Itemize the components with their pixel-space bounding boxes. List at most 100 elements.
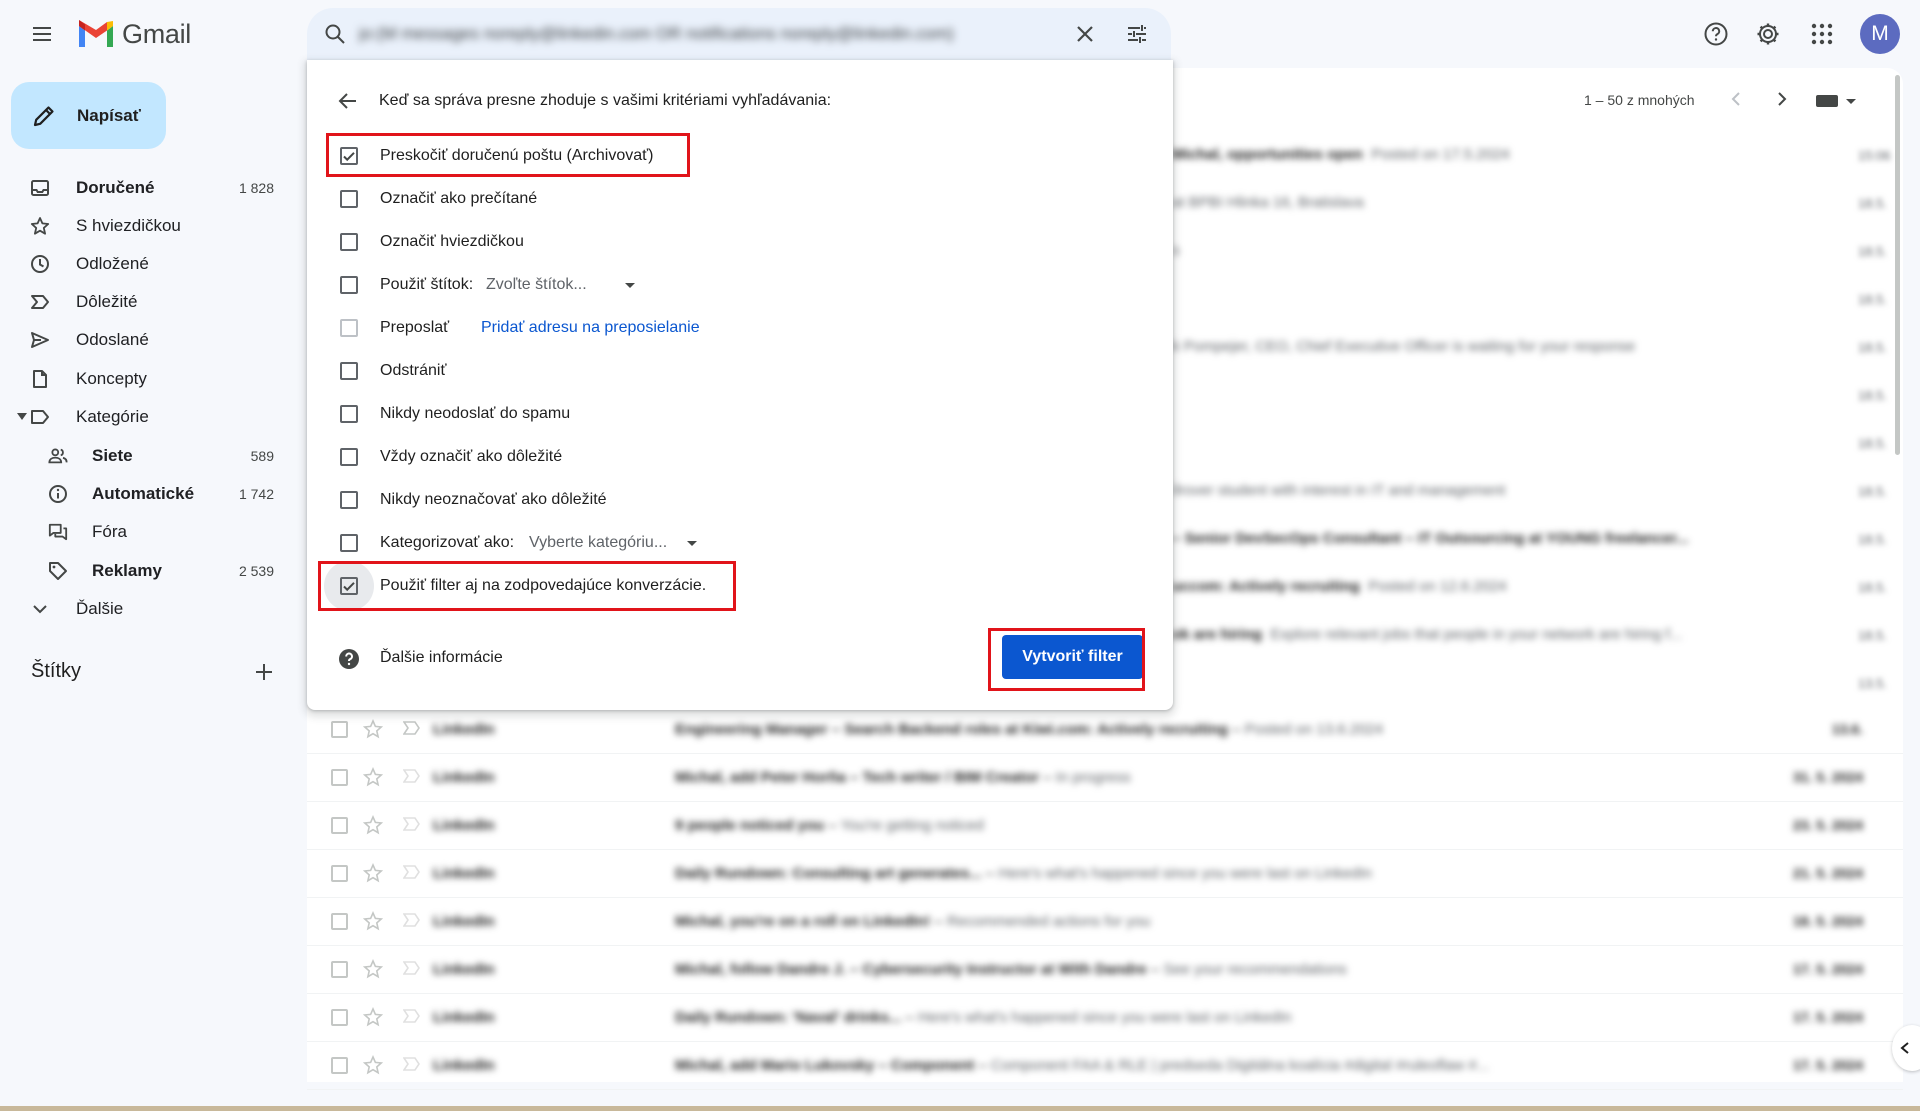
- option-never-important[interactable]: Nikdy neoznačovať ako dôležité: [307, 481, 1173, 517]
- sidebar-item-more[interactable]: Ďalšie: [0, 591, 288, 627]
- mark-read-checkbox[interactable]: [340, 190, 358, 208]
- important-icon[interactable]: [403, 768, 421, 784]
- star-checkbox[interactable]: [340, 233, 358, 251]
- never-important-checkbox[interactable]: [340, 491, 358, 509]
- input-tools-icon[interactable]: [1816, 93, 1858, 109]
- sidebar-item-label: Koncepty: [76, 369, 147, 388]
- email-row[interactable]: LinkedIn Michal, follow Dandre J. – Cybe…: [307, 946, 1903, 994]
- add-forwarding-address-link[interactable]: Pridať adresu na preposielanie: [481, 319, 700, 337]
- sidebar-item-drafts[interactable]: Koncepty: [0, 361, 288, 397]
- email-subject: Michal, you're on a roll on LinkedIn! – …: [675, 913, 1151, 930]
- main-menu-button[interactable]: [24, 16, 60, 52]
- caret-down-icon[interactable]: [17, 413, 27, 421]
- email-date: 18. 5. 2024: [1792, 913, 1863, 929]
- email-row[interactable]: LinkedIn Daily Rundown: Consulting art g…: [307, 850, 1903, 898]
- sidebar-item-social[interactable]: Siete 589: [0, 438, 288, 474]
- important-icon[interactable]: [403, 1008, 421, 1024]
- row-checkbox[interactable]: [331, 1057, 348, 1074]
- star-icon[interactable]: [363, 767, 383, 787]
- highlight-annotation: [318, 561, 736, 611]
- star-icon[interactable]: [363, 959, 383, 979]
- add-label-icon[interactable]: [254, 662, 274, 682]
- search-icon[interactable]: [323, 22, 347, 46]
- option-label: Preposlať: [380, 319, 450, 336]
- label-select[interactable]: Zvoľte štítok...: [486, 276, 587, 294]
- important-icon[interactable]: [403, 816, 421, 832]
- important-icon[interactable]: [403, 912, 421, 928]
- gmail-logo[interactable]: Gmail: [76, 16, 191, 52]
- compose-button[interactable]: Napísať: [11, 82, 166, 149]
- never-spam-checkbox[interactable]: [340, 405, 358, 423]
- row-checkbox[interactable]: [331, 913, 348, 930]
- row-checkbox[interactable]: [331, 817, 348, 834]
- clear-search-button[interactable]: [1071, 20, 1099, 48]
- important-icon[interactable]: [403, 960, 421, 976]
- important-icon[interactable]: [403, 1056, 421, 1072]
- chevron-left-icon[interactable]: [1727, 90, 1745, 108]
- email-row[interactable]: LinkedIn Michal, add Peter Horňa – Tech …: [307, 754, 1903, 802]
- option-forward[interactable]: Preposlať Pridať adresu na preposielanie: [307, 309, 1173, 345]
- sidebar-item-forums[interactable]: Fóra: [0, 514, 288, 550]
- category-select[interactable]: Vyberte kategóriu...: [529, 534, 667, 552]
- search-options-button[interactable]: [1123, 20, 1151, 48]
- important-icon[interactable]: [403, 864, 421, 880]
- option-star[interactable]: Označiť hviezdičkou: [307, 223, 1173, 259]
- sidebar-item-label: Kategórie: [76, 407, 149, 426]
- email-sender: LinkedIn: [433, 769, 495, 786]
- option-mark-read[interactable]: Označiť ako prečítané: [307, 180, 1173, 216]
- email-row[interactable]: LinkedIn Michal, add Mario Lukovsky – Co…: [307, 1042, 1903, 1090]
- option-label: Odstrániť: [380, 362, 447, 379]
- star-icon[interactable]: [363, 1007, 383, 1027]
- sidebar-item-promotions[interactable]: Reklamy 2 539: [0, 553, 288, 589]
- option-categorize[interactable]: Kategorizovať ako: Vyberte kategóriu...: [307, 524, 1173, 560]
- row-checkbox[interactable]: [331, 1009, 348, 1026]
- row-checkbox[interactable]: [331, 961, 348, 978]
- star-icon[interactable]: [363, 815, 383, 835]
- row-checkbox[interactable]: [331, 721, 348, 738]
- settings-button[interactable]: [1748, 14, 1788, 54]
- search-bar[interactable]: jo:(M messages noreply@linkedin.com OR n…: [307, 8, 1171, 60]
- forward-checkbox[interactable]: [340, 319, 358, 337]
- sidebar-item-label: Automatické: [92, 484, 195, 503]
- sidebar-item-updates[interactable]: Automatické 1 742: [0, 476, 288, 512]
- search-input[interactable]: jo:(M messages noreply@linkedin.com OR n…: [359, 24, 1059, 46]
- star-icon[interactable]: [363, 1055, 383, 1075]
- sidebar-item-starred[interactable]: S hviezdičkou: [0, 208, 288, 244]
- back-arrow-icon[interactable]: [337, 90, 359, 112]
- sidebar-item-snoozed[interactable]: Odložené: [0, 246, 288, 282]
- learn-more-text[interactable]: Ďalšie informácie: [380, 649, 503, 667]
- email-row[interactable]: LinkedIn Engineering Manager – Search Ba…: [307, 706, 1903, 754]
- sidebar-item-inbox[interactable]: Doručené 1 828: [0, 170, 288, 206]
- star-icon[interactable]: [363, 911, 383, 931]
- apps-button[interactable]: [1802, 14, 1842, 54]
- star-icon[interactable]: [363, 863, 383, 883]
- email-subject: 9 people noticed you – You're getting no…: [675, 817, 984, 834]
- option-always-important[interactable]: Vždy označiť ako dôležité: [307, 438, 1173, 474]
- account-avatar[interactable]: M: [1860, 14, 1900, 54]
- row-checkbox[interactable]: [331, 769, 348, 786]
- sidebar-item-categories[interactable]: Kategórie: [0, 399, 288, 435]
- option-delete[interactable]: Odstrániť: [307, 352, 1173, 388]
- row-checkbox[interactable]: [331, 865, 348, 882]
- delete-checkbox[interactable]: [340, 362, 358, 380]
- option-apply-label[interactable]: Použiť štítok: Zvoľte štítok...: [307, 266, 1173, 302]
- important-icon[interactable]: [403, 720, 421, 736]
- star-icon[interactable]: [363, 719, 383, 739]
- always-important-checkbox[interactable]: [340, 448, 358, 466]
- scrollbar[interactable]: [1895, 75, 1900, 455]
- email-row[interactable]: LinkedIn 9 people noticed you – You're g…: [307, 802, 1903, 850]
- sidebar-item-label: Odložené: [76, 254, 149, 273]
- email-date: 31. 5. 2024: [1792, 769, 1863, 785]
- option-never-spam[interactable]: Nikdy neodoslať do spamu: [307, 395, 1173, 431]
- email-row[interactable]: LinkedIn Michal, you're on a roll on Lin…: [307, 898, 1903, 946]
- sidebar-item-important[interactable]: Dôležité: [0, 284, 288, 320]
- chevron-right-icon[interactable]: [1773, 90, 1791, 108]
- apply-label-checkbox[interactable]: [340, 276, 358, 294]
- email-row[interactable]: LinkedIn Daily Rundown: 'Naval' drinks..…: [307, 994, 1903, 1042]
- email-sender: LinkedIn: [433, 913, 495, 930]
- sidebar-item-sent[interactable]: Odoslané: [0, 322, 288, 358]
- help-button[interactable]: [1696, 14, 1736, 54]
- categorize-checkbox[interactable]: [340, 534, 358, 552]
- option-label: Nikdy neodoslať do spamu: [380, 405, 571, 422]
- help-icon[interactable]: [337, 647, 361, 671]
